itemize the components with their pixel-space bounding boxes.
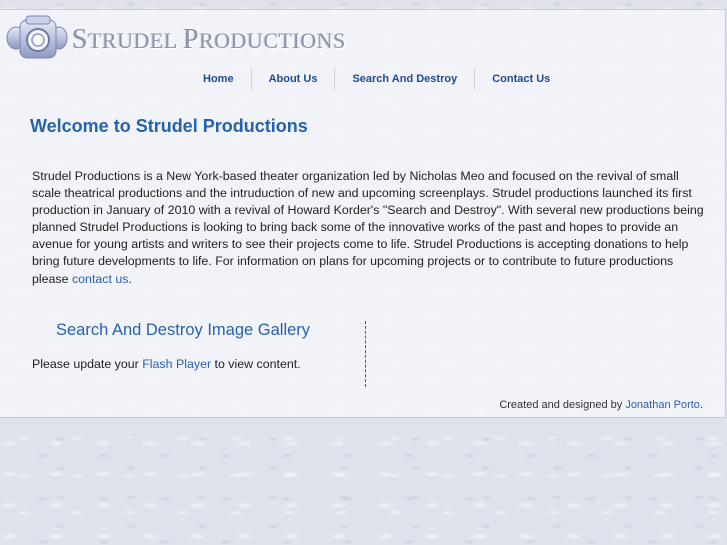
flash-notice: Please update your Flash Player to view … — [32, 357, 301, 371]
nav-item-contact-us[interactable]: Contact Us — [474, 68, 567, 90]
page-container: STRUDEL PRODUCTIONS Home About Us Search… — [0, 9, 726, 418]
footer-prefix: Created and designed by — [499, 399, 626, 411]
flash-prefix: Please update your — [32, 357, 143, 371]
page-title: Welcome to Strudel Productions — [30, 116, 308, 136]
nav-item-search-and-destroy[interactable]: Search And Destroy — [334, 68, 474, 90]
column-divider — [365, 321, 366, 387]
camera-icon — [6, 15, 68, 59]
footer-credit: Created and designed by Jonathan Porto. — [499, 399, 703, 411]
site-logo[interactable]: STRUDEL PRODUCTIONS — [4, 14, 384, 62]
intro-end: . — [128, 271, 132, 286]
nav-item-home[interactable]: Home — [186, 68, 251, 90]
nav-item-about-us[interactable]: About Us — [250, 68, 335, 90]
flash-suffix: to view content. — [211, 357, 301, 371]
intro-text: Strudel Productions is a New York-based … — [32, 169, 704, 286]
intro-paragraph: Strudel Productions is a New York-based … — [32, 168, 704, 288]
flash-player-link[interactable]: Flash Player — [142, 357, 211, 371]
contact-us-link[interactable]: contact us — [72, 272, 128, 286]
author-link[interactable]: Jonathan Porto — [625, 399, 700, 411]
logo-wordmark: STRUDEL PRODUCTIONS — [72, 24, 346, 55]
main-nav: Home About Us Search And Destroy Contact… — [186, 67, 567, 91]
gallery-title: Search And Destroy Image Gallery — [56, 321, 311, 339]
footer-suffix: . — [699, 399, 703, 411]
